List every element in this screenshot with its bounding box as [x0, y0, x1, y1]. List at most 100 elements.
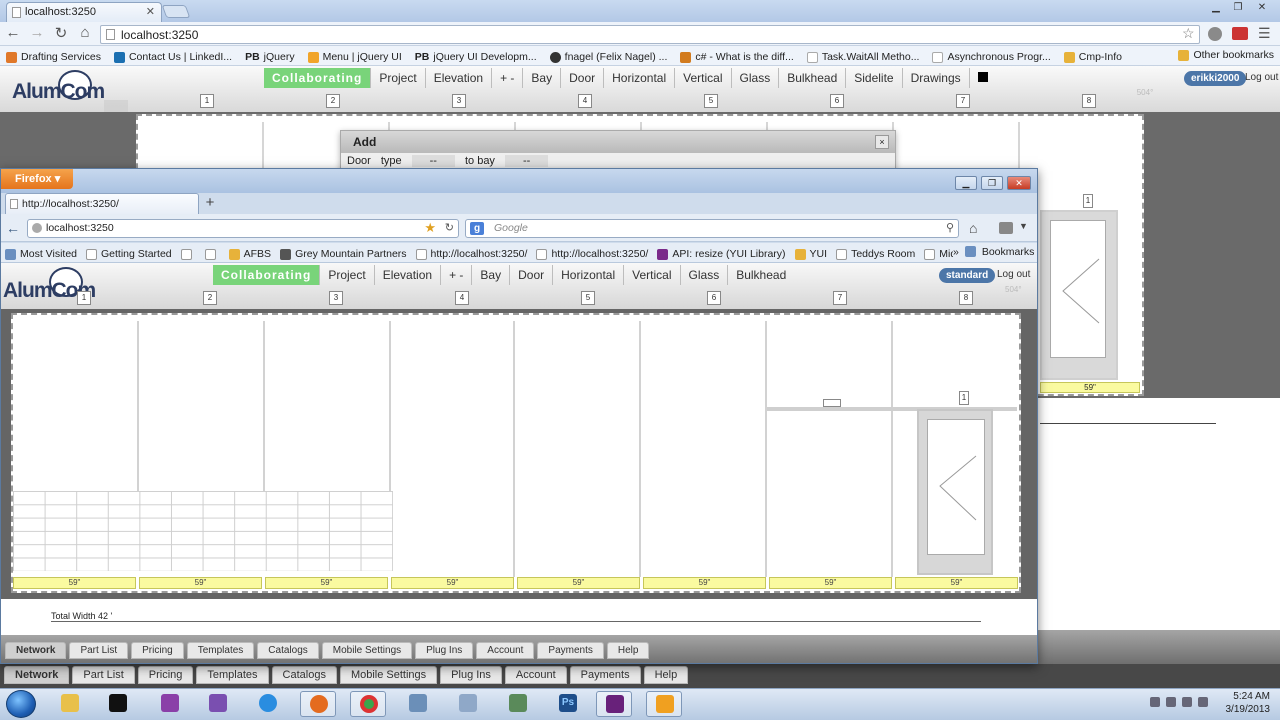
- bay-panel[interactable]: [641, 321, 767, 577]
- tab-account[interactable]: Account: [504, 666, 567, 684]
- tab-plug-ins[interactable]: Plug Ins: [415, 642, 474, 659]
- nav-door[interactable]: Door: [510, 265, 554, 285]
- taskbar-photoshop[interactable]: Ps: [550, 691, 586, 717]
- nav-project[interactable]: Project: [320, 265, 375, 285]
- tab-pricing[interactable]: Pricing: [137, 666, 194, 684]
- wrench-icon[interactable]: ☰: [1258, 25, 1271, 42]
- bookmark-localhost[interactable]: http://localhost:3250/: [415, 246, 527, 262]
- taskbar-explorer[interactable]: [52, 691, 88, 717]
- logout-link[interactable]: Log out: [997, 269, 1030, 280]
- door-leaf[interactable]: [1050, 220, 1106, 358]
- tab-payments[interactable]: Payments: [537, 642, 604, 659]
- bay-panel[interactable]: [515, 321, 641, 577]
- nav-add-remove[interactable]: + -: [492, 68, 524, 88]
- bay-panel-lower[interactable]: [767, 411, 893, 577]
- bookmark-localhost[interactable]: http://localhost:3250/: [536, 246, 648, 262]
- home-icon[interactable]: ⌂: [969, 220, 977, 236]
- chevron-icon[interactable]: »: [953, 246, 959, 258]
- bookmark-teddys-room[interactable]: Teddys Room: [836, 246, 915, 262]
- nav-horizontal[interactable]: Horizontal: [604, 68, 676, 88]
- bay-panel[interactable]: [13, 321, 139, 491]
- taskbar-outlook[interactable]: [646, 691, 682, 717]
- bookmark-github-fnagel[interactable]: fnagel (Felix Nagel) ...: [549, 49, 667, 65]
- bay-panel-upper[interactable]: [767, 321, 893, 409]
- taskbar-media[interactable]: [152, 691, 188, 717]
- tab-network[interactable]: Network: [4, 666, 70, 684]
- bookmark-afbs[interactable]: AFBS: [228, 246, 271, 262]
- tab-part-list[interactable]: Part List: [69, 642, 129, 659]
- nav-project[interactable]: Project: [371, 68, 426, 88]
- minimize-icon[interactable]: ▁: [1206, 2, 1226, 16]
- other-bookmarks[interactable]: Other bookmarks: [1174, 49, 1274, 61]
- bay-panel[interactable]: [393, 321, 515, 577]
- bookmark-jquery-ui-menu[interactable]: Menu | jQuery UI: [307, 49, 402, 65]
- nav-glass[interactable]: Glass: [732, 68, 780, 88]
- taskbar-chrome[interactable]: [350, 691, 386, 717]
- type-select[interactable]: --: [411, 155, 455, 167]
- bookmark-linkedin[interactable]: Contact Us | LinkedI...: [113, 49, 232, 65]
- nav-add-remove[interactable]: + -: [441, 265, 473, 285]
- back-icon[interactable]: ←: [4, 24, 22, 44]
- tab-mobile-settings[interactable]: Mobile Settings: [339, 666, 438, 684]
- bookmark-cmp-info[interactable]: Cmp-Info: [1063, 49, 1122, 65]
- bookmark-getting-started[interactable]: Getting Started: [86, 246, 172, 262]
- nav-horizontal[interactable]: Horizontal: [553, 265, 625, 285]
- taskbar-server[interactable]: [500, 691, 536, 717]
- color-swatch-icon[interactable]: [970, 68, 996, 88]
- bookmark-jquery-ui-dev[interactable]: PB jQuery UI Developm...: [415, 49, 537, 65]
- reload-icon[interactable]: ↻: [445, 221, 454, 234]
- firefox-tab[interactable]: http://localhost:3250/: [5, 193, 199, 214]
- nav-collaborating[interactable]: Collaborating: [264, 68, 372, 88]
- volume-icon[interactable]: [1198, 697, 1208, 707]
- start-button[interactable]: [6, 690, 36, 718]
- bookmark-yui-resize[interactable]: API: resize (YUI Library): [657, 246, 786, 262]
- display-icon[interactable]: [1166, 697, 1176, 707]
- maximize-icon[interactable]: ❐: [1228, 2, 1248, 16]
- bookmark-async-programming[interactable]: Asynchronous Progr...: [932, 49, 1051, 65]
- chevron-down-icon[interactable]: ▼: [1019, 221, 1028, 231]
- clock[interactable]: 5:24 AM 3/19/2013: [1226, 690, 1271, 716]
- flag-icon[interactable]: [1150, 697, 1160, 707]
- reload-icon[interactable]: ↻: [52, 24, 70, 44]
- new-tab-button[interactable]: [161, 5, 191, 18]
- nav-bay[interactable]: Bay: [472, 265, 511, 285]
- elevation-canvas[interactable]: [11, 313, 1021, 593]
- nav-vertical[interactable]: Vertical: [624, 265, 681, 285]
- bookmark-grey-mountain[interactable]: Grey Mountain Partners: [280, 246, 407, 262]
- nav-elevation[interactable]: Elevation: [375, 265, 442, 285]
- nav-glass[interactable]: Glass: [681, 265, 729, 285]
- bookmark-yui[interactable]: YUI: [794, 246, 827, 262]
- bookmark-most-visited[interactable]: Most Visited: [5, 246, 77, 262]
- user-badge[interactable]: standard: [939, 268, 996, 283]
- tab-help[interactable]: Help: [606, 642, 650, 659]
- nav-sidelite[interactable]: Sidelite: [846, 68, 903, 88]
- nav-drawings[interactable]: Drawings: [903, 68, 970, 88]
- nav-vertical[interactable]: Vertical: [675, 68, 732, 88]
- nav-bay[interactable]: Bay: [523, 68, 562, 88]
- nav-bulkhead[interactable]: Bulkhead: [779, 68, 847, 88]
- bookmark-blank[interactable]: [180, 246, 196, 262]
- extension-icon[interactable]: [1208, 27, 1222, 41]
- tab-mobile-settings[interactable]: Mobile Settings: [321, 642, 413, 659]
- maximize-icon[interactable]: ❐: [981, 176, 1003, 190]
- bookmark-blank[interactable]: [204, 246, 220, 262]
- tab-templates[interactable]: Templates: [196, 666, 269, 684]
- glass-grid[interactable]: [13, 491, 393, 571]
- door-leaf[interactable]: [927, 419, 985, 555]
- nav-door[interactable]: Door: [561, 68, 605, 88]
- bay-select[interactable]: --: [504, 155, 549, 167]
- tab-payments[interactable]: Payments: [569, 666, 641, 684]
- taskbar-package[interactable]: [450, 691, 486, 717]
- close-window-icon[interactable]: ✕: [1252, 2, 1272, 16]
- bookmark-stackoverflow[interactable]: c# - What is the diff...: [680, 49, 794, 65]
- firefox-address-bar[interactable]: localhost:3250 ★ ↻: [27, 219, 459, 238]
- search-icon[interactable]: ⚲: [946, 221, 954, 234]
- tab-part-list[interactable]: Part List: [72, 666, 135, 684]
- bookmark-jquery[interactable]: PB jQuery: [245, 49, 295, 65]
- bay-panel[interactable]: [139, 321, 265, 491]
- firefox-search-box[interactable]: g Google ⚲: [465, 219, 959, 238]
- chrome-tab[interactable]: localhost:3250 ✕: [6, 2, 162, 22]
- bookmark-drafting-services[interactable]: Drafting Services: [6, 49, 101, 65]
- tab-network[interactable]: Network: [5, 642, 67, 659]
- close-tab-icon[interactable]: ✕: [146, 5, 155, 18]
